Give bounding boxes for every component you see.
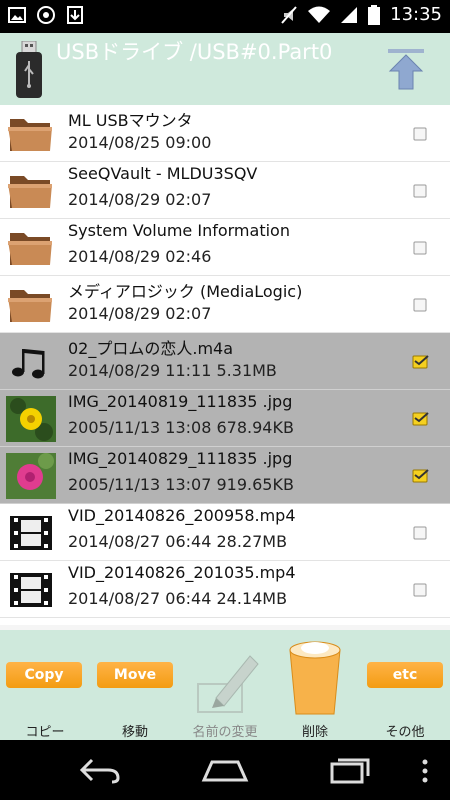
checkbox[interactable] (412, 525, 430, 541)
file-meta: 2005/11/13 13:07 919.65KB (68, 475, 294, 494)
list-item[interactable]: SeeQVault - MLDU3SQV 2014/08/29 02:07 (0, 162, 450, 219)
etc-button[interactable]: etc (367, 662, 443, 688)
page-title: USBドライブ /USB#0.Part0 (56, 40, 333, 64)
file-name: SeeQVault - MLDU3SQV (68, 164, 258, 183)
folder-icon (8, 233, 52, 265)
file-list: ML USBマウンタ 2014/08/25 09:00 SeeQVault - … (0, 105, 450, 630)
back-icon[interactable] (78, 756, 122, 786)
battery-icon (368, 4, 381, 25)
navigation-bar (0, 740, 450, 800)
checkbox[interactable] (412, 582, 430, 598)
gallery-notification-icon (8, 7, 26, 23)
list-item[interactable]: IMG_20140829_111835 .jpg 2005/11/13 13:0… (0, 447, 450, 504)
checkbox[interactable] (412, 126, 430, 142)
file-meta: 2014/08/29 11:11 5.31MB (68, 361, 277, 380)
image-thumbnail-pink-flower (6, 453, 56, 499)
file-name: VID_20140826_200958.mp4 (68, 506, 296, 525)
file-name: IMG_20140829_111835 .jpg (68, 449, 293, 468)
file-meta: 2005/11/13 13:08 678.94KB (68, 418, 294, 437)
file-meta: 2014/08/29 02:46 (68, 247, 212, 266)
list-item[interactable]: メディアロジック (MediaLogic) 2014/08/29 02:07 (0, 276, 450, 333)
film-strip-icon (10, 516, 52, 550)
file-name: 02_プロムの恋人.m4a (68, 339, 234, 358)
list-item[interactable]: IMG_20140819_111835 .jpg 2005/11/13 13:0… (0, 390, 450, 447)
checkbox-checked[interactable] (412, 411, 430, 427)
rename-pencil-icon[interactable] (194, 646, 260, 716)
move-label: 移動 (121, 725, 148, 740)
move-button[interactable]: Move (97, 662, 173, 688)
file-name: ML USBマウンタ (68, 111, 193, 130)
checkbox[interactable] (412, 297, 430, 313)
list-item[interactable]: VID_20140826_201035.mp4 2014/08/27 06:44… (0, 561, 450, 618)
parent-folder-icon[interactable] (386, 47, 426, 91)
action-toolbar: Copy コピー Move 移動 名前の変更 削除 etc その他 (0, 630, 450, 740)
file-name: System Volume Information (68, 221, 290, 240)
list-item[interactable]: System Volume Information 2014/08/29 02:… (0, 219, 450, 276)
copy-button[interactable]: Copy (6, 662, 82, 688)
file-meta: 2014/08/25 09:00 (68, 133, 212, 152)
app-header: USBドライブ /USB#0.Part0 (0, 33, 450, 105)
list-item[interactable]: VID_20140826_200958.mp4 2014/08/27 06:44… (0, 504, 450, 561)
rename-label: 名前の変更 (192, 725, 258, 740)
file-meta: 2014/08/27 06:44 24.14MB (68, 589, 288, 608)
image-thumbnail-yellow-flower (6, 396, 56, 442)
music-note-icon (12, 349, 45, 379)
film-strip-icon (10, 573, 52, 607)
folder-icon (8, 290, 52, 322)
file-meta: 2014/08/29 02:07 (68, 304, 212, 323)
signal-icon (341, 6, 358, 23)
etc-label: その他 (385, 725, 425, 740)
wifi-icon (308, 6, 331, 23)
download-notification-icon (67, 6, 83, 24)
checkbox-checked[interactable] (412, 354, 430, 370)
checkbox[interactable] (412, 240, 430, 256)
folder-icon (8, 119, 52, 151)
checkbox[interactable] (412, 183, 430, 199)
copy-label: コピー (25, 725, 65, 740)
folder-icon (8, 176, 52, 208)
list-item[interactable]: ML USBマウンタ 2014/08/25 09:00 (0, 105, 450, 162)
trash-icon[interactable] (286, 638, 344, 718)
clock: 13:35 (390, 4, 442, 25)
chrome-notification-icon (37, 6, 55, 24)
file-name: VID_20140826_201035.mp4 (68, 563, 296, 582)
status-bar: 13:35 (0, 0, 450, 33)
file-meta: 2014/08/29 02:07 (68, 190, 212, 209)
file-meta: 2014/08/27 06:44 28.27MB (68, 532, 288, 551)
recent-apps-icon[interactable] (328, 756, 372, 786)
mute-icon (281, 5, 297, 24)
usb-drive-icon (16, 41, 42, 98)
checkbox-checked[interactable] (412, 468, 430, 484)
delete-label: 削除 (301, 725, 328, 740)
home-icon[interactable] (200, 758, 250, 784)
file-name: メディアロジック (MediaLogic) (68, 282, 303, 301)
file-name: IMG_20140819_111835 .jpg (68, 392, 293, 411)
menu-icon[interactable] (420, 758, 430, 784)
list-item[interactable]: 02_プロムの恋人.m4a 2014/08/29 11:11 5.31MB (0, 333, 450, 390)
